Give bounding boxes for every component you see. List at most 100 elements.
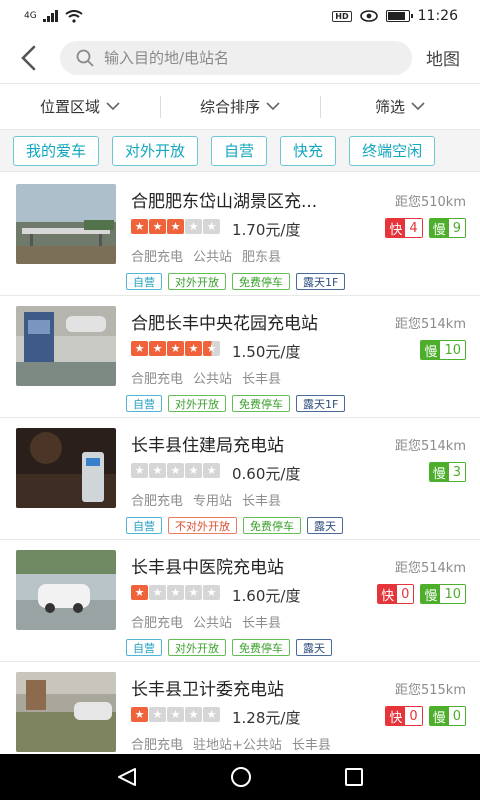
status-left: 4G [24,9,83,23]
station-price: 1.60元/度 [232,587,301,605]
hd-icon: HD [332,10,352,22]
station-type: 专用站 [193,494,233,509]
filter-location-label: 位置区域 [39,98,100,116]
filter-screen[interactable]: 筛选 [320,84,480,129]
star-icon: ★ [131,219,148,234]
station-meta: 合肥充电 公共站 长丰县 [131,368,281,387]
station-photo [16,428,116,508]
star-icon: ★ [131,707,148,722]
station-tag: 露天1F [296,395,346,412]
star-icon: ★ [203,585,220,600]
filter-sort[interactable]: 综合排序 [160,84,320,129]
fast-label: 快 [378,585,398,603]
station-item[interactable]: 长丰县卫计委充电站 距您515km ★ ★ ★ ★ ★ 1.28元/度 快0 慢0 合肥… [0,662,480,754]
nav-recents-icon[interactable] [344,767,364,787]
chevron-down-icon [411,102,425,111]
star-icon: ★ [203,219,220,234]
star-icon: ★ [203,341,220,356]
fast-count: 0 [405,707,422,725]
nav-back-icon[interactable] [116,767,138,787]
station-name: 长丰县住建局充电站 [131,436,284,456]
station-distance: 距您515km [394,683,466,698]
map-button[interactable]: 地图 [426,45,470,70]
station-name: 合肥肥东岱山湖景区充... [131,192,318,212]
star-icon: ★ [131,341,148,356]
star-icon: ★ [149,707,166,722]
station-tags: 自营 对外开放 免费停车 露天1F [126,273,346,290]
star-icon: ★ [203,707,220,722]
star-rating: ★ ★ ★ ★ ★ [131,707,220,722]
chip-my-car[interactable]: 我的爱车 [13,135,100,166]
charger-counts: 快0 慢0 [385,706,466,726]
charger-counts: 快4 慢9 [385,218,466,238]
station-type: 公共站 [193,372,233,387]
star-icon: ★ [131,585,148,600]
station-tag: 免费停车 [232,639,290,656]
star-rating: ★ ★ ★ ★ ★ [131,219,220,234]
fast-label: 快 [386,707,406,725]
chip-open[interactable]: 对外开放 [112,135,199,166]
station-name: 长丰县中医院充电站 [131,558,284,578]
slow-count: 10 [440,585,465,603]
star-icon: ★ [149,219,166,234]
station-operator: 合肥充电 [131,372,184,387]
station-county: 长丰县 [242,616,282,631]
station-photo [16,184,116,264]
station-item[interactable]: 长丰县中医院充电站 距您514km ★ ★ ★ ★ ★ 1.60元/度 快0 慢 10 合… [0,540,480,662]
network-label: 4G [24,11,37,21]
station-photo [16,306,116,386]
chevron-down-icon [106,102,120,111]
station-type: 驻地站+公共站 [193,738,282,753]
slow-label: 慢 [421,585,441,603]
station-item[interactable]: 合肥肥东岱山湖景区充... 距您510km ★ ★ ★ ★ ★ 1.70元/度 快4 慢… [0,174,480,296]
station-tag: 不对外开放 [168,517,237,534]
system-nav-bar [0,754,480,800]
search-input[interactable] [104,48,354,67]
station-operator: 合肥充电 [131,494,184,509]
star-icon: ★ [167,707,184,722]
chip-fast-charge[interactable]: 快充 [280,135,337,166]
star-icon: ★ [185,707,202,722]
station-item[interactable]: 长丰县住建局充电站 距您514km ★ ★ ★ ★ ★ 0.60元/度 慢3 合肥充电 … [0,418,480,540]
slow-label: 慢 [429,463,449,481]
station-tag: 露天 [296,639,332,656]
chip-terminal-idle[interactable]: 终端空闲 [349,135,436,166]
slow-count: 9 [448,219,465,237]
filter-location[interactable]: 位置区域 [0,84,160,129]
station-price: 1.50元/度 [232,343,301,361]
nav-home-icon[interactable] [230,766,252,788]
back-button[interactable] [10,38,46,78]
station-tag: 对外开放 [168,639,226,656]
station-tag: 自营 [126,517,162,534]
top-bar: 地图 [0,32,480,84]
station-list: 合肥肥东岱山湖景区充... 距您510km ★ ★ ★ ★ ★ 1.70元/度 快4 慢… [0,174,480,754]
station-tags: 自营 对外开放 免费停车 露天1F [126,395,346,412]
fast-charger-count: 快4 [385,218,423,238]
station-county: 长丰县 [242,494,282,509]
star-icon: ★ [149,463,166,478]
station-tag: 自营 [126,273,162,290]
station-tag: 露天1F [296,273,346,290]
chip-self-operated[interactable]: 自营 [211,135,268,166]
fast-count: 0 [397,585,414,603]
station-tag: 对外开放 [168,395,226,412]
filter-sort-label: 综合排序 [199,98,260,116]
station-price: 1.70元/度 [232,221,301,239]
search-box[interactable] [60,40,412,75]
station-photo [16,672,116,752]
station-tag: 露天 [307,517,343,534]
station-tag: 免费停车 [243,517,301,534]
station-tag: 免费停车 [232,395,290,412]
signal-icon [42,10,58,22]
slow-label: 慢 [429,707,449,725]
station-tag: 对外开放 [168,273,226,290]
station-county: 长丰县 [291,738,331,753]
station-distance: 距您510km [394,195,466,210]
star-icon: ★ [185,463,202,478]
fast-charger-count: 快0 [385,706,423,726]
eye-icon [359,10,378,22]
charger-counts: 慢3 [428,462,466,482]
station-operator: 合肥充电 [131,250,184,265]
station-item[interactable]: 合肥长丰中央花园充电站 距您514km ★ ★ ★ ★ ★ 1.50元/度 慢 10 合肥… [0,296,480,418]
slow-label: 慢 [421,341,441,359]
